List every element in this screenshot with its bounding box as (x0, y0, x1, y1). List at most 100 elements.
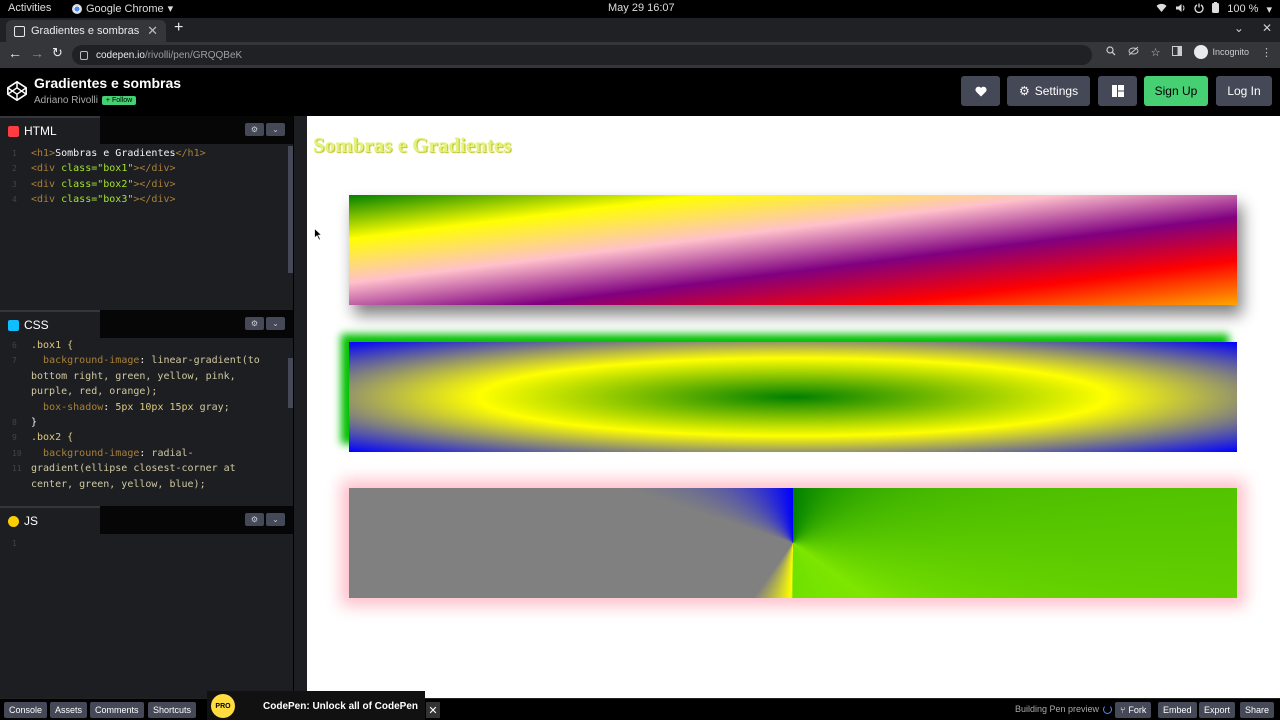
codepen-logo-icon[interactable] (6, 80, 28, 102)
html-editor-tab[interactable]: HTML (0, 116, 100, 144)
js-code-area[interactable]: 1 (0, 536, 293, 696)
log-in-button[interactable]: Log In (1216, 76, 1272, 106)
fork-button[interactable]: ⑂ Fork (1115, 702, 1152, 718)
bookmark-star-icon[interactable]: ☆ (1151, 46, 1161, 59)
settings-button[interactable]: ⚙ Settings (1007, 76, 1090, 106)
line-number: 10 (12, 448, 22, 458)
system-tray[interactable]: 100 % ▾ (1156, 2, 1272, 16)
activities-button[interactable]: Activities (8, 2, 51, 14)
js-editor-label: JS (24, 514, 39, 528)
html-tag: <h1> (31, 148, 56, 159)
chevron-down-icon[interactable]: ⌄ (266, 317, 285, 330)
css-selector: .box1 { (31, 340, 74, 351)
incognito-icon (1194, 45, 1209, 59)
tab-search-icon[interactable]: ⌄ (1234, 21, 1244, 35)
author-name[interactable]: Adriano Rivolli (34, 95, 98, 106)
close-tab-icon[interactable]: ✕ (147, 23, 158, 39)
url-host: codepen.io (96, 49, 145, 61)
mouse-cursor-icon (314, 228, 322, 241)
gear-icon[interactable]: ⚙ (245, 317, 264, 330)
css-value: center, green, yellow, blue); (31, 478, 206, 490)
css-editor-actions: ⚙ ⌄ (245, 317, 285, 330)
gear-icon[interactable]: ⚙ (245, 513, 264, 526)
code-line: center, green, yellow, blue); (31, 477, 206, 492)
promo-text: CodePen: Unlock all of CodePen (263, 700, 419, 712)
pro-badge-icon: PRO (211, 694, 235, 718)
close-window-icon[interactable]: ✕ (1262, 21, 1272, 35)
chevron-down-icon[interactable]: ⌄ (266, 123, 285, 136)
preview-box3-conic-gradient (349, 488, 1237, 598)
new-tab-button[interactable]: + (174, 19, 183, 37)
chevron-down-icon: ▾ (1266, 3, 1272, 16)
incognito-indicator[interactable]: Incognito (1194, 45, 1249, 59)
html-attr-value: "box2" (97, 178, 134, 190)
forward-arrow-icon[interactable]: → (30, 45, 44, 61)
browser-tab[interactable]: Gradientes e sombras ✕ (6, 20, 166, 42)
preview-box1-linear-gradient (349, 195, 1237, 305)
editor-resize-handle[interactable] (293, 116, 307, 698)
wifi-icon (1156, 3, 1167, 16)
app-name: Google Chrome (86, 2, 164, 15)
reload-icon[interactable]: ↻ (52, 45, 63, 61)
lock-icon (80, 50, 88, 60)
js-editor-tab[interactable]: JS (0, 506, 100, 534)
close-icon[interactable]: ✕ (426, 702, 440, 718)
line-number: 7 (12, 356, 17, 366)
preview-pane: Sombras e Gradientes (307, 116, 1280, 698)
console-button[interactable]: Console (4, 702, 48, 718)
change-view-button[interactable] (1098, 76, 1137, 106)
chevron-down-icon[interactable]: ⌄ (266, 513, 285, 526)
line-number: 4 (12, 195, 17, 205)
app-menu[interactable]: Google Chrome ▾ (72, 2, 173, 15)
comments-button[interactable]: Comments (90, 702, 144, 718)
sign-up-button[interactable]: Sign Up (1144, 76, 1208, 106)
css-code-area[interactable]: 6 7 8 9 10 11 .box1 { background-image: … (0, 338, 293, 506)
share-button[interactable]: Share (1240, 702, 1275, 718)
codepen-header: Gradientes e sombras Adriano Rivolli + F… (0, 68, 1280, 116)
shortcuts-button[interactable]: Shortcuts (148, 702, 197, 718)
side-panel-icon[interactable] (1172, 45, 1183, 59)
tracking-protection-icon[interactable] (1128, 46, 1139, 59)
embed-button[interactable]: Embed (1158, 702, 1197, 718)
css-value: gradient(ellipse closest-corner at (31, 463, 236, 475)
zoom-icon[interactable] (1105, 45, 1116, 59)
code-line: } (31, 415, 37, 430)
clock[interactable]: May 29 16:07 (608, 2, 675, 14)
code-line: background-image: radial- (43, 447, 194, 459)
assets-button[interactable]: Assets (50, 702, 88, 718)
incognito-label: Incognito (1212, 47, 1249, 57)
browser-menu-icon[interactable]: ⋮ (1261, 46, 1272, 59)
code-line: <div class="box2"></div> (31, 177, 176, 192)
line-number: 1 (12, 539, 17, 548)
html-badge-icon (8, 125, 19, 137)
html-tag: ></div> (133, 194, 176, 206)
code-line: background-image: linear-gradient(to (43, 355, 260, 367)
heart-icon (974, 86, 987, 96)
line-number: 6 (12, 341, 17, 350)
css-value: bottom right, green, yellow, pink, (31, 370, 236, 382)
export-button[interactable]: Export (1199, 702, 1236, 718)
settings-label: Settings (1034, 84, 1079, 98)
gear-icon[interactable]: ⚙ (245, 123, 264, 136)
tab-title: Gradientes e sombras (31, 25, 140, 37)
pen-title[interactable]: Gradientes e sombras (34, 75, 181, 91)
pen-author-row: Adriano Rivolli + Follow (34, 95, 137, 106)
code-line: .box2 { (31, 430, 73, 445)
html-tag: </h1> (175, 148, 206, 159)
html-editor-actions: ⚙ ⌄ (245, 123, 285, 136)
code-line: <h1>Sombras e Gradientes</h1> (31, 146, 206, 161)
code-line: .box1 { (31, 338, 73, 353)
css-editor-label: CSS (24, 318, 49, 332)
back-arrow-icon[interactable]: ← (8, 45, 22, 61)
fork-label: Fork (1128, 705, 1147, 715)
preview-box2-radial-gradient (349, 342, 1237, 452)
css-brace: } (31, 417, 38, 428)
address-bar[interactable]: codepen.io/rivolli/pen/GRQQBeK (72, 45, 1092, 65)
html-code-area[interactable]: 1 2 3 4 <h1>Sombras e Gradientes</h1> <d… (0, 146, 293, 304)
html-editor-header: HTML ⚙ ⌄ (0, 116, 293, 144)
follow-button[interactable]: + Follow (101, 96, 137, 105)
html-tag: ></div> (133, 178, 176, 190)
like-button[interactable] (961, 76, 1000, 106)
css-editor-tab[interactable]: CSS (0, 310, 100, 338)
pro-promo-banner[interactable]: PRO CodePen: Unlock all of CodePen (207, 691, 425, 720)
